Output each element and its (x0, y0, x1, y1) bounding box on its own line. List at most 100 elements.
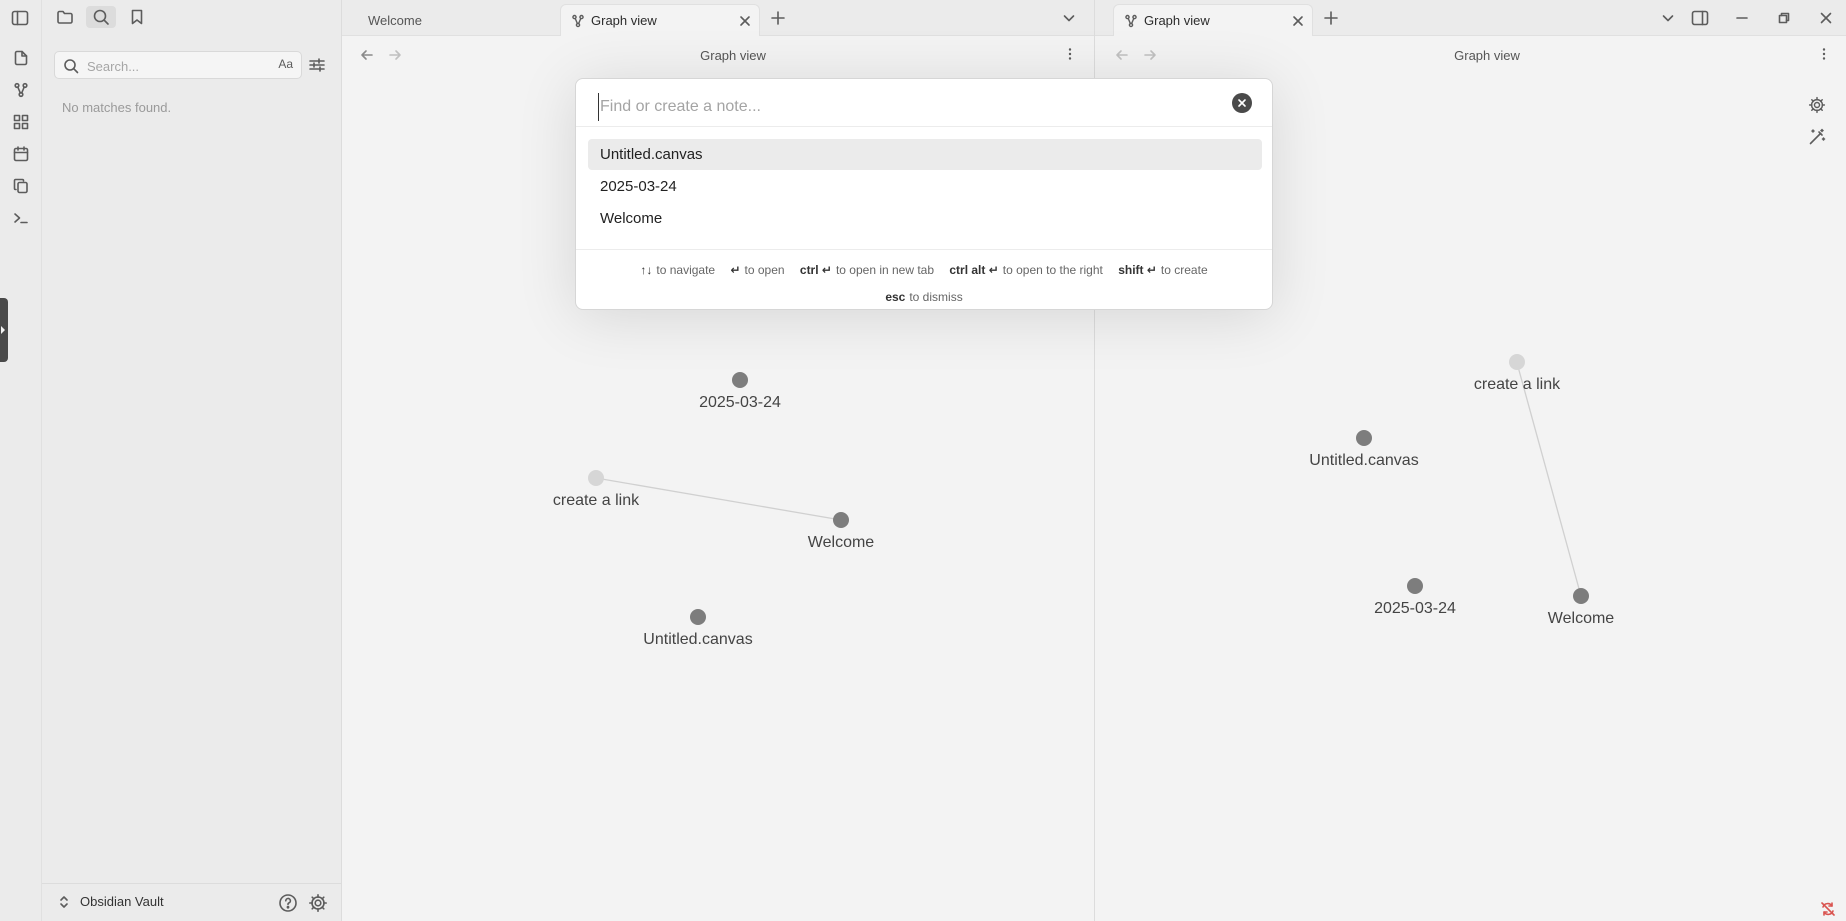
back-arrow-icon[interactable] (360, 48, 374, 62)
search-icon (63, 58, 79, 74)
gear-icon[interactable] (308, 893, 328, 913)
instruction: ↵ to open (730, 257, 784, 284)
sync-status-icon[interactable] (1821, 902, 1835, 916)
instruction: ctrl ↵ to open in new tab (800, 257, 934, 284)
search-icon (92, 8, 110, 26)
instruction-text: to open to the right (1002, 263, 1103, 277)
graph-node-label: 2025-03-24 (699, 394, 781, 411)
canvas-icon[interactable] (9, 110, 33, 134)
left-sidebar: Aa No matches found. Obsidian Vault (42, 0, 342, 921)
instruction-text: to dismiss (909, 290, 963, 304)
clear-input-icon[interactable] (1232, 93, 1252, 113)
graph-edge (1516, 362, 1582, 597)
vault-bar: Obsidian Vault (42, 883, 342, 921)
instruction: ↑↓ to navigate (640, 257, 715, 284)
back-arrow-icon[interactable] (1115, 48, 1129, 62)
graph-node-label: Welcome (1547, 610, 1615, 627)
left-view-header: Graph view (342, 36, 1094, 74)
modal-divider (576, 126, 1272, 127)
close-icon[interactable] (1292, 15, 1304, 27)
suggestion-label: Untitled.canvas (600, 146, 703, 163)
chevron-down-icon[interactable] (1062, 11, 1076, 25)
graph-node-2025-03-24[interactable] (1407, 578, 1423, 594)
graph-node-create-a-link[interactable] (1509, 354, 1525, 370)
instruction: esc to dismiss (885, 284, 962, 311)
instruction-key: shift ↵ (1118, 263, 1157, 277)
view-title: Graph view (1454, 48, 1520, 63)
instruction: shift ↵ to create (1118, 257, 1207, 284)
file-plus-icon[interactable] (9, 46, 33, 70)
new-tab-icon[interactable] (1323, 10, 1339, 26)
tab-welcome[interactable]: Welcome (350, 4, 560, 36)
tab-label: Welcome (368, 12, 422, 28)
tab-label: Graph view (591, 13, 657, 28)
calendar-icon[interactable] (9, 142, 33, 166)
search-box: Aa (54, 51, 302, 79)
more-options-icon[interactable] (1063, 47, 1077, 61)
graph-node-label: Untitled.canvas (643, 631, 753, 648)
graph-icon (571, 14, 585, 28)
sidebar-collapse-handle[interactable] (0, 298, 8, 362)
instruction-key: esc (885, 290, 906, 304)
chevron-up-down-icon (58, 895, 70, 909)
match-case-toggle[interactable]: Aa (278, 57, 293, 71)
more-options-icon[interactable] (1817, 47, 1831, 61)
new-tab-icon[interactable] (770, 10, 786, 26)
vault-switcher[interactable]: Obsidian Vault (58, 894, 164, 909)
graph-node-label: create a link (552, 492, 640, 509)
search-input[interactable] (87, 56, 257, 76)
instruction-text: to navigate (656, 263, 716, 277)
tab-graph-view[interactable]: Graph view (1113, 4, 1313, 36)
bookmark-icon (128, 8, 146, 26)
graph-icon[interactable] (9, 78, 33, 102)
graph-node-2025-03-24[interactable] (732, 372, 748, 388)
close-icon[interactable] (739, 15, 751, 27)
ribbon (0, 0, 42, 921)
minimize-icon[interactable] (1732, 8, 1752, 28)
right-tabbar: Graph view (1095, 0, 1846, 36)
suggestion-item[interactable]: 2025-03-24 (588, 171, 1262, 202)
vault-name: Obsidian Vault (80, 894, 164, 909)
search-settings-icon[interactable] (304, 52, 330, 78)
tab-files[interactable] (50, 6, 80, 28)
graph-node-create-a-link[interactable] (588, 470, 604, 486)
graph-node-label: create a link (1473, 376, 1561, 393)
instruction-text: to open (744, 263, 785, 277)
quick-switcher-input[interactable] (598, 93, 1198, 121)
forward-arrow-icon[interactable] (1143, 48, 1157, 62)
instruction-key: ctrl ↵ (799, 263, 832, 277)
instruction-key: ctrl alt ↵ (949, 263, 999, 277)
folder-icon (56, 8, 74, 26)
instructions-bar: ↑↓ to navigate ↵ to open ctrl ↵ to open in … (576, 257, 1272, 311)
help-icon[interactable] (278, 893, 298, 913)
graph-node-welcome[interactable] (833, 512, 849, 528)
tab-bookmarks[interactable] (122, 6, 152, 28)
right-view-header: Graph view (1095, 36, 1846, 74)
terminal-icon[interactable] (9, 206, 33, 230)
instruction-key: ↑↓ (640, 263, 653, 277)
suggestion-label: Welcome (600, 210, 663, 227)
restore-icon[interactable] (1774, 8, 1794, 28)
no-matches-text: No matches found. (62, 100, 172, 115)
graph-node-welcome[interactable] (1573, 588, 1589, 604)
graph-node-untitled-canvas[interactable] (690, 609, 706, 625)
forward-arrow-icon[interactable] (388, 48, 402, 62)
instruction-text: to create (1160, 263, 1208, 277)
suggestion-label: 2025-03-24 (600, 178, 677, 195)
instruction: ctrl alt ↵ to open to the right (949, 257, 1102, 284)
toggle-sidebar-icon[interactable] (8, 6, 32, 30)
suggestion-item[interactable]: Untitled.canvas (588, 139, 1262, 170)
graph-icon (1124, 14, 1138, 28)
tab-graph-view[interactable]: Graph view (560, 4, 760, 36)
left-tabbar: Welcome Graph view (342, 0, 1094, 36)
graph-node-untitled-canvas[interactable] (1356, 430, 1372, 446)
graph-node-label: Welcome (807, 534, 875, 551)
chevron-down-icon[interactable] (1661, 11, 1675, 25)
tab-label: Graph view (1144, 13, 1210, 28)
suggestion-item[interactable]: Welcome (588, 203, 1262, 234)
instruction-key: ↵ (730, 263, 741, 277)
toggle-right-sidebar-icon[interactable] (1691, 9, 1709, 27)
close-window-icon[interactable] (1816, 8, 1836, 28)
tab-search[interactable] (86, 6, 116, 28)
copy-icon[interactable] (9, 174, 33, 198)
